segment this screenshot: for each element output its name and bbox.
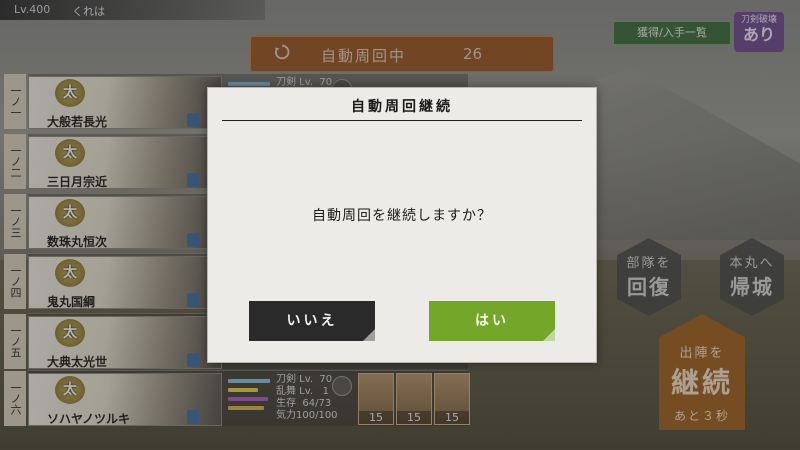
dialog-title: 自動周回継続	[351, 99, 453, 115]
no-button-label: いいえ	[286, 313, 338, 329]
button-corner-decoration	[363, 329, 375, 341]
yes-button-label: はい	[475, 313, 509, 329]
confirm-dialog: 自動周回継続 自動周回を継続しますか？ いいえ はい	[207, 87, 597, 363]
dialog-divider	[222, 120, 582, 121]
yes-button[interactable]: はい	[429, 301, 555, 341]
no-button[interactable]: いいえ	[249, 301, 375, 341]
dialog-message: 自動周回を継続しますか？	[312, 208, 492, 224]
button-corner-decoration	[543, 329, 555, 341]
